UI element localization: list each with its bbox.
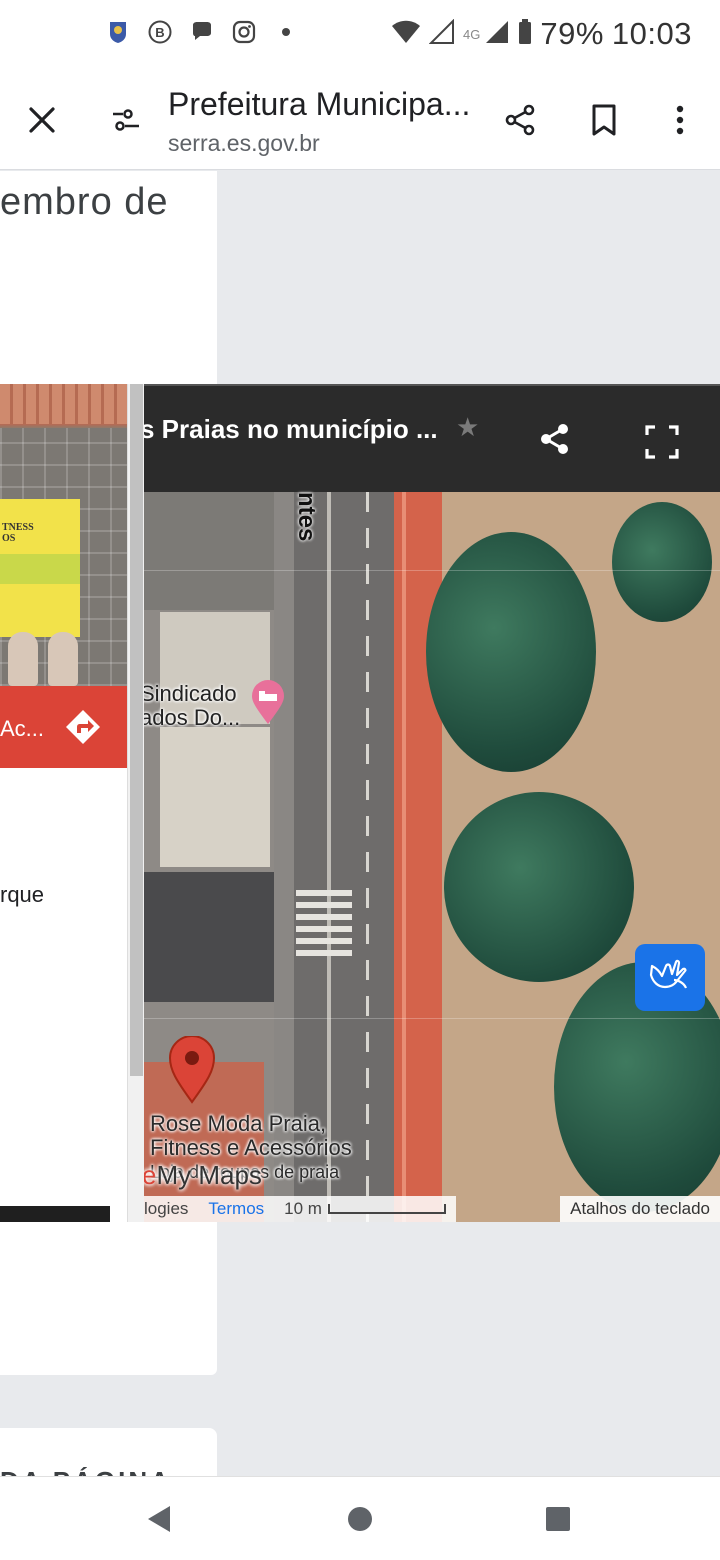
site-settings-button[interactable] bbox=[100, 94, 152, 146]
keyboard-shortcuts-link[interactable]: Atalhos do teclado bbox=[560, 1196, 720, 1222]
notification-icons: B bbox=[104, 18, 300, 46]
marker-name-line-2: Fitness e Acessórios bbox=[150, 1135, 352, 1160]
instagram-icon bbox=[230, 18, 258, 46]
panel-footer-strip bbox=[0, 1206, 110, 1222]
share-button[interactable] bbox=[494, 94, 546, 146]
b-circle-icon: B bbox=[146, 18, 174, 46]
map-title[interactable]: s Praias no município ... bbox=[144, 414, 438, 445]
chat-bubble-icon bbox=[188, 18, 216, 46]
share-icon bbox=[505, 104, 535, 136]
map-gridline bbox=[144, 1018, 720, 1019]
scale-bar: 10 m bbox=[284, 1199, 456, 1219]
photo-banner-text: TNESS OS bbox=[2, 522, 34, 544]
signal-empty-icon bbox=[428, 18, 455, 50]
close-button[interactable] bbox=[16, 94, 68, 146]
hotel-pin-icon[interactable] bbox=[250, 680, 286, 726]
battery-icon bbox=[518, 18, 532, 50]
fullscreen-icon[interactable] bbox=[644, 424, 680, 460]
map-header: s Praias no município ... ★ bbox=[144, 384, 720, 492]
attribution-text: logies bbox=[144, 1199, 189, 1218]
battery-percent: 79% bbox=[540, 16, 604, 51]
place-photo[interactable]: TNESS OS bbox=[0, 384, 127, 686]
lane-marking bbox=[366, 492, 369, 1222]
marker-name-line-1: Rose Moda Praia, bbox=[150, 1111, 327, 1136]
photo-mannequin bbox=[8, 632, 38, 686]
tune-icon bbox=[113, 109, 139, 131]
home-circle-icon bbox=[348, 1507, 372, 1531]
bookmark-button[interactable] bbox=[578, 94, 630, 146]
street-label: ntes bbox=[293, 492, 320, 542]
place-info-panel: TNESS OS Ac... rque bbox=[0, 384, 127, 1222]
network-type: 4G bbox=[463, 26, 481, 42]
building-roof bbox=[160, 727, 270, 867]
overflow-menu-button[interactable] bbox=[654, 94, 706, 146]
content-card: embro de bbox=[0, 171, 217, 384]
star-icon[interactable]: ★ bbox=[456, 412, 479, 443]
recents-square-icon bbox=[546, 1507, 570, 1531]
back-button[interactable] bbox=[138, 1499, 178, 1539]
address-fragment: rque bbox=[0, 882, 45, 907]
svg-text:B: B bbox=[155, 25, 164, 40]
custom-tab-toolbar: Prefeitura Municipa... serra.es.gov.br bbox=[0, 72, 720, 170]
app-badge-icon bbox=[104, 18, 132, 46]
location-marker-icon[interactable] bbox=[168, 1036, 216, 1104]
recents-button[interactable] bbox=[538, 1499, 578, 1539]
directions-label: Ac... bbox=[0, 716, 45, 741]
terms-link[interactable]: Termos bbox=[208, 1199, 264, 1219]
tree-canopy bbox=[444, 792, 634, 982]
photo-mannequin bbox=[48, 632, 78, 686]
back-triangle-icon bbox=[148, 1506, 170, 1532]
dot-icon bbox=[272, 18, 300, 46]
map-gridline bbox=[144, 570, 720, 571]
article-text-fragment: embro de bbox=[0, 181, 169, 223]
my-maps-logo: eMy Maps bbox=[144, 1160, 262, 1191]
directions-bar[interactable]: Ac... bbox=[0, 686, 127, 768]
building-roof bbox=[144, 872, 294, 1002]
panel-scrollbar[interactable] bbox=[127, 384, 144, 1222]
wifi-icon bbox=[391, 19, 421, 50]
directions-icon bbox=[66, 710, 100, 744]
embedded-map[interactable]: s Praias no município ... ★ ntes Sindica… bbox=[144, 384, 720, 1222]
status-bar: B 4G 79% 10:03 bbox=[0, 0, 720, 72]
scale-ruler bbox=[327, 1204, 446, 1214]
sign-language-icon bbox=[649, 959, 688, 988]
attribution-bar: logies Termos 10 m bbox=[144, 1196, 456, 1222]
system-navigation-bar bbox=[0, 1476, 720, 1560]
building-roof bbox=[144, 492, 284, 610]
scrollbar-thumb[interactable] bbox=[130, 384, 143, 1076]
bike-lane-stripe bbox=[402, 492, 406, 1222]
scale-label: 10 m bbox=[284, 1199, 322, 1218]
my-maps-logo-text: My Maps bbox=[156, 1160, 262, 1190]
close-icon bbox=[29, 107, 55, 133]
tree-canopy bbox=[426, 532, 596, 772]
more-vert-icon bbox=[676, 105, 684, 135]
crosswalk bbox=[296, 890, 352, 960]
share-icon[interactable] bbox=[538, 422, 572, 456]
my-maps-logo-accent: e bbox=[144, 1160, 157, 1190]
signal-full-icon bbox=[484, 19, 510, 50]
photo-roof bbox=[0, 384, 127, 424]
photo-banner-stripe bbox=[0, 554, 80, 584]
accessibility-button[interactable] bbox=[635, 944, 705, 1011]
satellite-imagery[interactable]: ntes Sindicado ados Do... Rose Moda Prai… bbox=[144, 492, 720, 1222]
page-url: serra.es.gov.br bbox=[168, 130, 320, 156]
system-indicators: 4G 79% 10:03 bbox=[391, 16, 692, 52]
clock: 10:03 bbox=[611, 16, 692, 51]
page-title: Prefeitura Municipa... bbox=[168, 86, 471, 122]
poi-label[interactable]: Sindicado ados Do... bbox=[144, 682, 240, 730]
content-card bbox=[0, 1222, 217, 1375]
bookmark-icon bbox=[592, 104, 616, 136]
home-button[interactable] bbox=[340, 1499, 380, 1539]
tree-canopy bbox=[612, 502, 712, 622]
